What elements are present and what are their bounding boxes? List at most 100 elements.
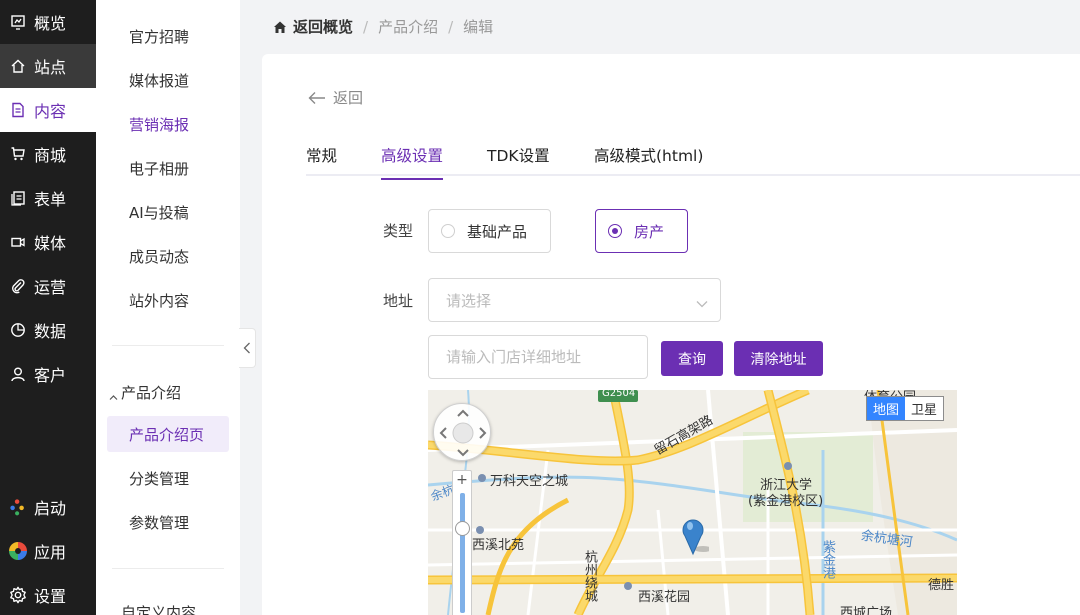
address-label: 地址 — [383, 292, 414, 310]
nav-label: 运营 — [34, 278, 67, 297]
map-label-xixi-north: 西溪北苑 — [472, 538, 525, 553]
breadcrumb-home[interactable]: 返回概览 — [273, 16, 353, 37]
nav-label: 启动 — [34, 499, 67, 518]
radio-label: 基础产品 — [467, 222, 528, 241]
map-type-map[interactable]: 地图 — [867, 397, 906, 420]
submenu-item-external[interactable]: 站外内容 — [107, 282, 229, 318]
type-option-realestate[interactable]: 房产 — [595, 209, 688, 253]
nav-label: 客户 — [34, 366, 67, 385]
submenu-group-product[interactable]: 产品介绍 — [109, 382, 181, 403]
form-icon — [9, 189, 27, 207]
map-zoom-control[interactable]: + — [452, 470, 472, 615]
submenu-item-member-news[interactable]: 成员动态 — [107, 238, 229, 274]
nav-label: 内容 — [34, 102, 67, 121]
nav-label: 商城 — [34, 146, 67, 165]
radio-label: 房产 — [634, 222, 665, 241]
submenu-item-recruitment[interactable]: 官方招聘 — [107, 18, 229, 54]
map-type-switch: 地图 卫星 — [866, 396, 945, 421]
breadcrumb: 返回概览 / 产品介绍 / 编辑 — [273, 16, 493, 37]
nav-item-operation[interactable]: 运营 — [0, 264, 96, 308]
nav-label: 设置 — [34, 587, 67, 606]
chevron-up-icon — [109, 388, 118, 400]
submenu-group-label: 产品介绍 — [121, 384, 182, 402]
map-label-desheng: 德胜 — [928, 578, 955, 593]
chevron-left-icon — [243, 339, 251, 358]
zoom-track[interactable] — [460, 493, 465, 613]
clear-address-button[interactable]: 清除地址 — [734, 341, 823, 376]
submenu-group-label: 自定义内容 — [121, 604, 197, 615]
select-placeholder: 请选择 — [446, 291, 492, 310]
radio-circle — [441, 224, 455, 238]
nav-item-data[interactable]: 数据 — [0, 308, 96, 352]
map-type-satellite[interactable]: 卫星 — [905, 397, 943, 420]
nav-item-content[interactable]: 内容 — [0, 88, 96, 132]
submenu-item-product-page[interactable]: 产品介绍页 — [107, 416, 229, 452]
paperclip-icon — [9, 277, 27, 295]
tab-html-mode[interactable]: 高级模式(html) — [594, 144, 703, 178]
submenu-divider — [112, 568, 224, 569]
collapse-submenu-button[interactable] — [239, 328, 256, 368]
region-select[interactable]: 请选择 — [428, 278, 721, 322]
map-view[interactable]: G2504 留石高架路 万科天空之城 浙江大学 (紫金港校区) 西溪北苑 余杭塘… — [428, 390, 957, 615]
detail-address-input[interactable] — [428, 335, 648, 379]
nav-label: 数据 — [34, 322, 67, 341]
breadcrumb-separator: / — [363, 17, 369, 36]
nav-item-overview[interactable]: 概览 — [0, 0, 96, 44]
type-option-basic[interactable]: 基础产品 — [428, 209, 551, 253]
submenu-group-custom[interactable]: 自定义内容 — [109, 602, 196, 615]
tab-tdk[interactable]: TDK设置 — [487, 144, 550, 178]
submenu-item-album[interactable]: 电子相册 — [107, 150, 229, 186]
apps-icon — [9, 542, 27, 560]
back-label: 返回 — [333, 89, 364, 107]
tab-general[interactable]: 常规 — [306, 144, 337, 178]
submenu-divider — [112, 345, 224, 346]
video-icon — [9, 233, 27, 251]
gear-icon — [9, 586, 27, 604]
nav-item-apps[interactable]: 应用 — [0, 529, 96, 573]
zoom-in-button[interactable]: + — [453, 471, 471, 489]
nav-item-launch[interactable]: 启动 — [0, 485, 96, 529]
nav-item-customer[interactable]: 客户 — [0, 352, 96, 396]
map-label-vanke: 万科天空之城 — [490, 474, 569, 489]
nav-item-media[interactable]: 媒体 — [0, 220, 96, 264]
map-label-g2504: G2504 — [602, 390, 636, 399]
submenu-item-params[interactable]: 参数管理 — [107, 504, 229, 540]
home-icon — [273, 20, 287, 34]
chevron-down-icon — [696, 294, 708, 312]
nav-item-site[interactable]: 站点 — [0, 44, 96, 88]
cart-icon — [9, 145, 27, 163]
breadcrumb-separator: / — [448, 17, 454, 36]
map-label-xixi-garden: 西溪花园 — [638, 590, 691, 605]
submenu-item-marketing-poster[interactable]: 营销海报 — [107, 106, 229, 142]
map-label-xicheng: 西城广场 — [840, 606, 893, 615]
submenu-item-ai-submission[interactable]: AI与投稿 — [107, 194, 229, 230]
submenu-item-media-report[interactable]: 媒体报道 — [107, 62, 229, 98]
pie-chart-icon — [9, 321, 27, 339]
submenu-item-category[interactable]: 分类管理 — [107, 460, 229, 496]
map-pan-control[interactable] — [433, 403, 491, 461]
nav-item-settings[interactable]: 设置 — [0, 573, 96, 615]
content-submenu: 官方招聘 媒体报道 营销海报 电子相册 AI与投稿 成员动态 站外内容 产品介绍… — [96, 0, 240, 615]
map-label-zju-campus: (紫金港校区) — [748, 494, 824, 509]
zoom-handle[interactable] — [455, 521, 470, 536]
type-label: 类型 — [383, 222, 414, 240]
back-link[interactable]: 返回 — [308, 87, 363, 108]
chevron-up-icon — [109, 608, 118, 615]
nav-item-mall[interactable]: 商城 — [0, 132, 96, 176]
dashboard-icon — [9, 13, 27, 31]
location-pin-icon[interactable] — [679, 516, 712, 560]
nav-label: 媒体 — [34, 234, 67, 253]
breadcrumb-product[interactable]: 产品介绍 — [378, 16, 438, 37]
launch-icon — [9, 498, 27, 516]
home-icon — [9, 57, 27, 75]
pan-arrows-icon — [439, 409, 487, 457]
nav-label: 应用 — [34, 543, 67, 562]
nav-label: 表单 — [34, 190, 67, 209]
edit-tabs: 常规 高级设置 TDK设置 高级模式(html) — [306, 142, 1080, 180]
radio-circle — [608, 224, 622, 238]
query-button[interactable]: 查询 — [661, 341, 723, 376]
tab-advanced[interactable]: 高级设置 — [381, 144, 444, 180]
nav-item-form[interactable]: 表单 — [0, 176, 96, 220]
map-label-ring: 杭州绕城 — [582, 550, 597, 602]
document-icon — [9, 101, 27, 119]
